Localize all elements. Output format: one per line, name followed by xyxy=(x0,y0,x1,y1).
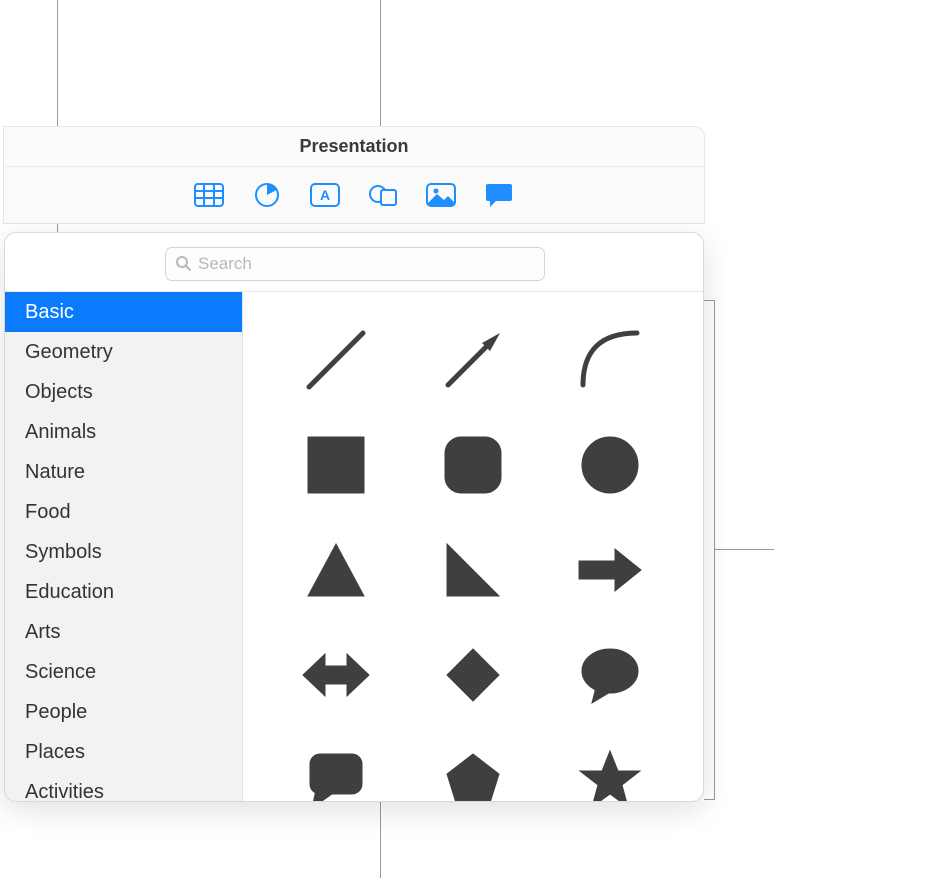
toolbar: A xyxy=(4,167,704,223)
sidebar-item-objects[interactable]: Objects xyxy=(5,372,242,412)
table-button[interactable] xyxy=(189,177,229,213)
svg-text:A: A xyxy=(320,187,330,203)
callout-line xyxy=(704,799,714,800)
sidebar-item-animals[interactable]: Animals xyxy=(5,412,242,452)
comment-icon xyxy=(485,182,513,208)
sidebar-item-basic[interactable]: Basic xyxy=(5,292,242,332)
chart-icon xyxy=(254,182,280,208)
shape-star[interactable] xyxy=(571,741,649,802)
text-button[interactable]: A xyxy=(305,177,345,213)
callout-line xyxy=(714,300,715,800)
shape-right-triangle[interactable] xyxy=(434,531,512,609)
table-icon xyxy=(194,183,224,207)
shape-square[interactable] xyxy=(297,426,375,504)
shape-speech-oval[interactable] xyxy=(571,636,649,714)
shape-line[interactable] xyxy=(297,321,375,399)
sidebar-item-activities[interactable]: Activities xyxy=(5,772,242,801)
callout-line xyxy=(714,549,774,550)
shape-arrow-line[interactable] xyxy=(434,321,512,399)
shape-speech-square[interactable] xyxy=(297,741,375,802)
sidebar-item-people[interactable]: People xyxy=(5,692,242,732)
sidebar-item-symbols[interactable]: Symbols xyxy=(5,532,242,572)
sidebar-item-geometry[interactable]: Geometry xyxy=(5,332,242,372)
chart-button[interactable] xyxy=(247,177,287,213)
sidebar-item-places[interactable]: Places xyxy=(5,732,242,772)
shape-icon xyxy=(368,182,398,208)
sidebar-item-nature[interactable]: Nature xyxy=(5,452,242,492)
media-icon xyxy=(426,183,456,207)
shape-curve[interactable] xyxy=(571,321,649,399)
search-bar xyxy=(5,233,703,291)
shapes-popover: Basic Geometry Objects Animals Nature Fo… xyxy=(4,232,704,802)
shapes-grid xyxy=(243,292,703,801)
window-title: Presentation xyxy=(4,127,704,167)
text-icon: A xyxy=(310,183,340,207)
sidebar-item-arts[interactable]: Arts xyxy=(5,612,242,652)
search-input[interactable] xyxy=(165,247,545,281)
shape-triangle[interactable] xyxy=(297,531,375,609)
shape-arrow-left-right[interactable] xyxy=(297,636,375,714)
sidebar-item-education[interactable]: Education xyxy=(5,572,242,612)
sidebar-item-food[interactable]: Food xyxy=(5,492,242,532)
callout-line xyxy=(380,802,381,878)
shape-button[interactable] xyxy=(363,177,403,213)
app-window: Presentation A xyxy=(4,127,704,223)
shape-rounded-square[interactable] xyxy=(434,426,512,504)
shape-circle[interactable] xyxy=(571,426,649,504)
sidebar-item-science[interactable]: Science xyxy=(5,652,242,692)
comment-button[interactable] xyxy=(479,177,519,213)
media-button[interactable] xyxy=(421,177,461,213)
callout-line xyxy=(704,300,714,301)
shape-diamond[interactable] xyxy=(434,636,512,714)
shape-arrow-right[interactable] xyxy=(571,531,649,609)
category-sidebar: Basic Geometry Objects Animals Nature Fo… xyxy=(5,292,243,801)
shape-pentagon[interactable] xyxy=(434,741,512,802)
